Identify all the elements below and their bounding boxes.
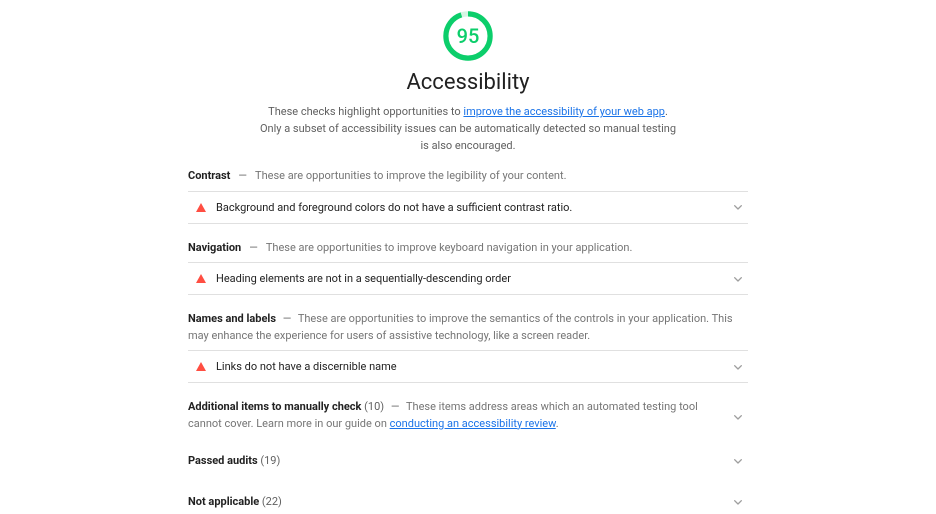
group-passed-count: (19)	[260, 454, 280, 467]
audit-color-contrast[interactable]: Background and foreground colors do not …	[188, 191, 748, 224]
score-gauge: 95	[442, 10, 494, 62]
group-names-title: Names and labels	[188, 312, 276, 325]
group-na-title: Not applicable	[188, 495, 259, 508]
chevron-down-icon	[730, 453, 746, 469]
group-manual-header: Additional items to manually check (10) …	[188, 399, 748, 432]
category-title: Accessibility	[188, 70, 748, 95]
dash: —	[238, 168, 247, 185]
fail-triangle-icon	[196, 274, 206, 283]
group-names-header: Names and labels — These are opportuniti…	[188, 311, 748, 344]
audit-title: Links do not have a discernible name	[216, 360, 397, 373]
score-gauge-container: 95	[188, 10, 748, 62]
group-names-labels: Names and labels — These are opportuniti…	[188, 311, 748, 383]
chevron-down-icon	[730, 199, 746, 215]
fail-triangle-icon	[196, 203, 206, 212]
chevron-down-icon	[730, 271, 746, 287]
group-contrast-desc: These are opportunities to improve the l…	[255, 168, 566, 185]
dash: —	[283, 312, 292, 325]
accessibility-review-link[interactable]: conducting an accessibility review	[390, 417, 556, 430]
chevron-down-icon	[730, 359, 746, 375]
group-navigation: Navigation — These are opportunities to …	[188, 240, 748, 296]
category-desc-text: These checks highlight opportunities to	[268, 105, 463, 118]
group-navigation-title: Navigation	[188, 240, 241, 257]
group-na-count: (22)	[262, 495, 282, 508]
group-contrast-title: Contrast	[188, 168, 230, 185]
chevron-down-icon	[730, 494, 746, 510]
score-value: 95	[442, 10, 494, 62]
group-manual-title: Additional items to manually check	[188, 400, 361, 413]
group-navigation-header: Navigation — These are opportunities to …	[188, 240, 748, 257]
group-manual-check[interactable]: Additional items to manually check (10) …	[188, 399, 748, 432]
group-contrast: Contrast — These are opportunities to im…	[188, 168, 748, 224]
audit-link-name[interactable]: Links do not have a discernible name	[188, 350, 748, 383]
dash: —	[249, 240, 258, 257]
audit-heading-order[interactable]: Heading elements are not in a sequential…	[188, 262, 748, 295]
audit-title: Background and foreground colors do not …	[216, 201, 572, 214]
group-navigation-desc: These are opportunities to improve keybo…	[266, 240, 633, 257]
group-manual-count: (10)	[364, 400, 384, 413]
group-passed-title: Passed audits	[188, 454, 258, 467]
dash: —	[391, 400, 400, 413]
group-manual-desc-after: .	[556, 417, 559, 430]
group-passed-audits[interactable]: Passed audits (19)	[188, 448, 748, 473]
accessibility-report: 95 Accessibility These checks highlight …	[188, 0, 748, 514]
improve-accessibility-link[interactable]: improve the accessibility of your web ap…	[463, 105, 665, 118]
group-not-applicable[interactable]: Not applicable (22)	[188, 489, 748, 514]
category-description: These checks highlight opportunities to …	[258, 103, 678, 154]
audit-title: Heading elements are not in a sequential…	[216, 272, 511, 285]
fail-triangle-icon	[196, 362, 206, 371]
group-contrast-header: Contrast — These are opportunities to im…	[188, 168, 748, 185]
chevron-down-icon	[730, 409, 746, 425]
